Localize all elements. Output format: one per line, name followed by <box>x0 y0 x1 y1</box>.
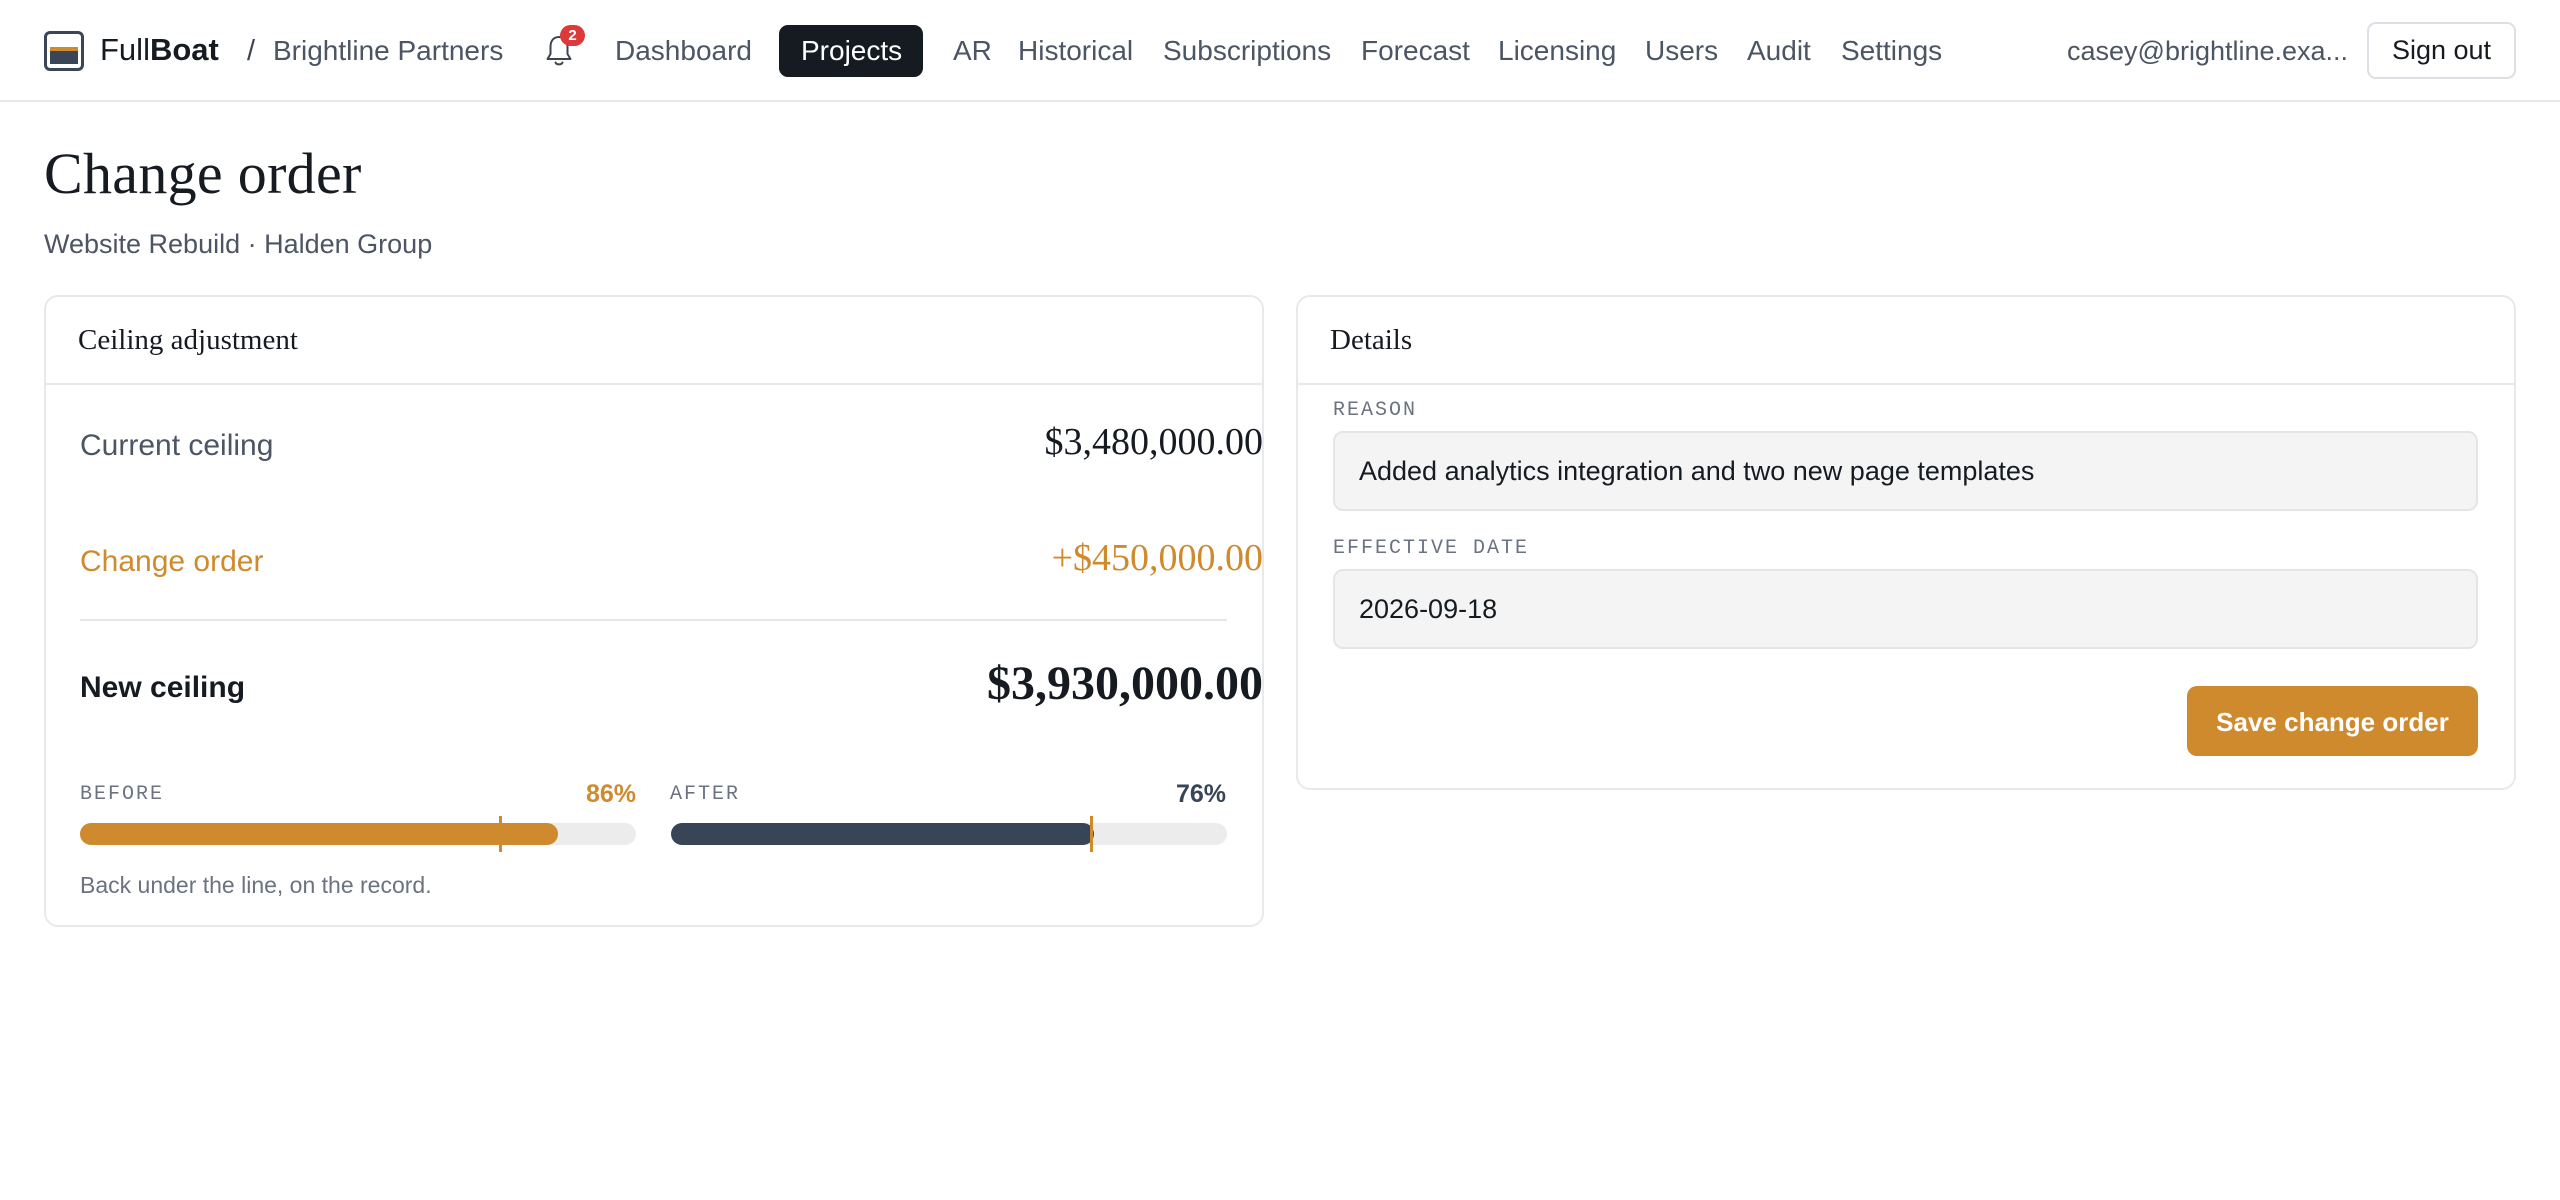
effective-date-input[interactable] <box>1333 569 2478 649</box>
after-progress-track <box>671 816 1227 852</box>
after-percent: 76% <box>1175 780 1226 808</box>
page-title: Change order <box>44 141 362 206</box>
nav-users[interactable]: Users <box>1645 25 1718 77</box>
card-title: Details <box>1330 324 1413 356</box>
top-nav-bar: FullBoat / Brightline Partners 2 Dashboa… <box>0 0 2560 102</box>
threshold-marker <box>498 816 502 852</box>
brand-name[interactable]: FullBoat <box>100 30 219 70</box>
effective-date-label: EFFECTIVE DATE <box>1333 537 1530 560</box>
nav-subscriptions[interactable]: Subscriptions <box>1163 25 1331 77</box>
save-change-order-button[interactable]: Save change order <box>2187 686 2478 756</box>
before-label: BEFORE <box>80 783 165 806</box>
after-label: AFTER <box>670 783 741 806</box>
nav-audit[interactable]: Audit <box>1747 25 1811 77</box>
nav-projects[interactable]: Projects <box>779 25 923 77</box>
reason-label: REASON <box>1333 399 1418 422</box>
nav-settings[interactable]: Settings <box>1841 25 1942 77</box>
brand-light: Full <box>100 32 150 67</box>
current-ceiling-label: Current ceiling <box>80 429 274 462</box>
nav-ar[interactable]: AR <box>953 25 992 77</box>
card-header: Details <box>1298 297 2514 385</box>
before-percent: 86% <box>585 780 636 808</box>
card-header: Ceiling adjustment <box>46 297 1262 385</box>
current-ceiling-value: $3,480,000.00 <box>1044 421 1264 463</box>
card-title: Ceiling adjustment <box>78 324 298 356</box>
nav-forecast[interactable]: Forecast <box>1361 25 1470 77</box>
nav-dashboard[interactable]: Dashboard <box>615 25 752 77</box>
brand-bold: Boat <box>149 32 219 67</box>
breadcrumb-separator: / <box>247 35 256 67</box>
nav-historical[interactable]: Historical <box>1018 25 1133 77</box>
sign-out-button[interactable]: Sign out <box>2367 22 2516 79</box>
threshold-marker <box>1089 816 1093 852</box>
new-ceiling-value: $3,930,000.00 <box>987 657 1263 710</box>
page-subtitle: Website Rebuild · Halden Group <box>44 229 433 259</box>
before-progress-track <box>80 816 636 852</box>
divider <box>80 619 1227 621</box>
before-progress-fill <box>80 823 559 845</box>
nav-licensing[interactable]: Licensing <box>1498 25 1616 77</box>
after-progress-fill <box>671 823 1094 845</box>
notification-badge: 2 <box>560 25 585 46</box>
user-email[interactable]: casey@brightline.exa... <box>2067 32 2348 70</box>
new-ceiling-label: New ceiling <box>80 671 246 704</box>
ceiling-note: Back under the line, on the record. <box>80 872 432 898</box>
change-order-label: Change order <box>80 545 264 578</box>
org-name[interactable]: Brightline Partners <box>273 32 503 70</box>
change-order-value: +$450,000.00 <box>1051 537 1263 579</box>
logo-icon[interactable] <box>44 31 84 71</box>
reason-input[interactable] <box>1333 431 2478 511</box>
